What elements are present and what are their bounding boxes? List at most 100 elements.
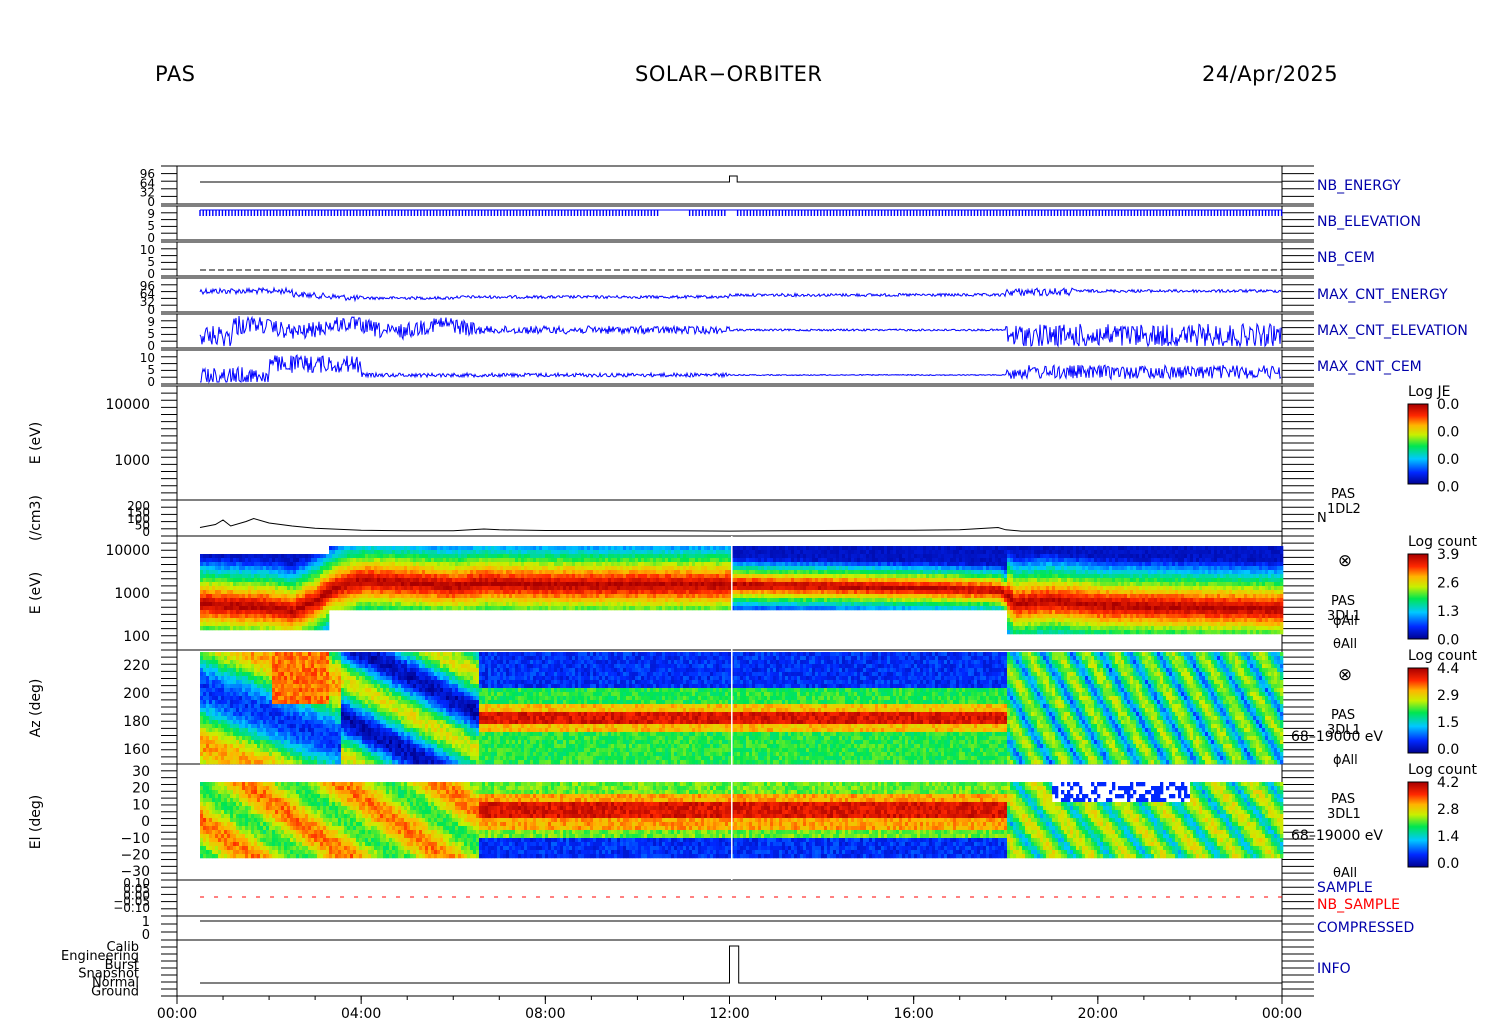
spectro-cell xyxy=(251,614,254,618)
spectro-cell xyxy=(302,606,305,610)
spectro-cell xyxy=(227,590,230,594)
spectro-cell xyxy=(338,574,341,578)
spectro-cell xyxy=(284,626,287,630)
spectro-cell xyxy=(362,602,365,606)
energy-spectrogram xyxy=(200,546,1283,634)
spectro-cell xyxy=(284,606,287,610)
spectro-cell xyxy=(359,574,362,578)
spectro-cell xyxy=(347,598,350,602)
spectro-cell xyxy=(233,610,236,614)
spectro-cell xyxy=(302,574,305,578)
spectro-cell xyxy=(263,586,266,590)
spectro-cell xyxy=(299,626,302,630)
spectro-cell xyxy=(281,622,284,626)
spectro-cell xyxy=(380,578,383,582)
spectro-cell xyxy=(347,554,350,558)
spectro-cell xyxy=(308,610,311,614)
spectro-cell xyxy=(269,606,272,610)
spectro-cell xyxy=(212,562,215,566)
spectro-cell xyxy=(305,594,308,598)
spectro-cell xyxy=(326,590,329,594)
spectro-cell xyxy=(263,566,266,570)
spectro-cell xyxy=(359,562,362,566)
x-tick-label: 08:00 xyxy=(525,1006,565,1020)
spectro-cell xyxy=(224,590,227,594)
spectro-cell xyxy=(278,586,281,590)
spectro-cell xyxy=(293,570,296,574)
spectro-cell xyxy=(356,546,359,550)
spectro-cell xyxy=(284,586,287,590)
spectro-cell xyxy=(323,570,326,574)
spectro-cell xyxy=(275,606,278,610)
spectro-cell xyxy=(242,622,245,626)
spectro-cell xyxy=(245,582,248,586)
spectro-cell xyxy=(269,558,272,562)
spectro-cell xyxy=(332,554,335,558)
spectro-cell xyxy=(374,570,377,574)
spectro-cell xyxy=(272,614,275,618)
spectro-cell xyxy=(230,594,233,598)
spectro-cell xyxy=(377,574,380,578)
spectro-cell xyxy=(359,606,362,610)
spectro-cell xyxy=(296,562,299,566)
spectro-cell xyxy=(224,618,227,622)
spectro-cell xyxy=(215,574,218,578)
spectro-cell xyxy=(335,558,338,562)
spectro-cell xyxy=(296,570,299,574)
spectro-cell xyxy=(326,578,329,582)
spectro-cell xyxy=(353,546,356,550)
spectro-cell xyxy=(371,574,374,578)
spectro-cell xyxy=(203,582,206,586)
spectro-cell xyxy=(284,558,287,562)
energy-spectro-ylabel: E (eV) xyxy=(28,572,44,614)
spectro-cell xyxy=(248,598,251,602)
spectro-cell xyxy=(359,558,362,562)
spectro-cell xyxy=(263,554,266,558)
spectro-cell xyxy=(236,586,239,590)
spectro-cell xyxy=(206,578,209,582)
spectro-cell xyxy=(317,570,320,574)
spectro-cell xyxy=(347,594,350,598)
spectro-cell xyxy=(353,550,356,554)
spectro-cell xyxy=(350,558,353,562)
spectro-cell xyxy=(266,570,269,574)
spectro-cell xyxy=(221,606,224,610)
spectro-cell xyxy=(344,602,347,606)
spectro-cell xyxy=(368,594,371,598)
spectro-cell xyxy=(215,622,218,626)
spectro-cell xyxy=(305,558,308,562)
spectro-cell xyxy=(275,578,278,582)
spectro-cell xyxy=(305,598,308,602)
spectro-cell xyxy=(326,554,329,558)
spectro-cell xyxy=(236,610,239,614)
spectro-cell xyxy=(269,562,272,566)
spectro-cell xyxy=(272,602,275,606)
spectro-cell xyxy=(290,602,293,606)
spectro-cell xyxy=(227,622,230,626)
spectro-cell xyxy=(326,626,329,630)
spectro-cell xyxy=(257,566,260,570)
spectro-cell xyxy=(317,558,320,562)
spectro-cell xyxy=(200,622,203,626)
spectro-cell xyxy=(314,626,317,630)
spectro-cell xyxy=(221,614,224,618)
spectro-cell xyxy=(263,582,266,586)
spectro-cell xyxy=(206,602,209,606)
spectro-cell xyxy=(320,614,323,618)
spectro-cell xyxy=(236,558,239,562)
spectro-cell xyxy=(365,562,368,566)
spectro-cell xyxy=(365,546,368,550)
spectro-cell xyxy=(284,574,287,578)
spectro-cell xyxy=(302,586,305,590)
spectro-cell xyxy=(335,598,338,602)
spectro-cell xyxy=(221,610,224,614)
spectro-cell xyxy=(380,590,383,594)
spectro-cell xyxy=(203,602,206,606)
spectro-cell xyxy=(206,614,209,618)
spectro-cell xyxy=(200,610,203,614)
spectro-cell xyxy=(305,570,308,574)
spectro-cell xyxy=(293,622,296,626)
spectro-cell xyxy=(323,622,326,626)
spectro-cell xyxy=(200,602,203,606)
spectro-cell xyxy=(362,546,365,550)
